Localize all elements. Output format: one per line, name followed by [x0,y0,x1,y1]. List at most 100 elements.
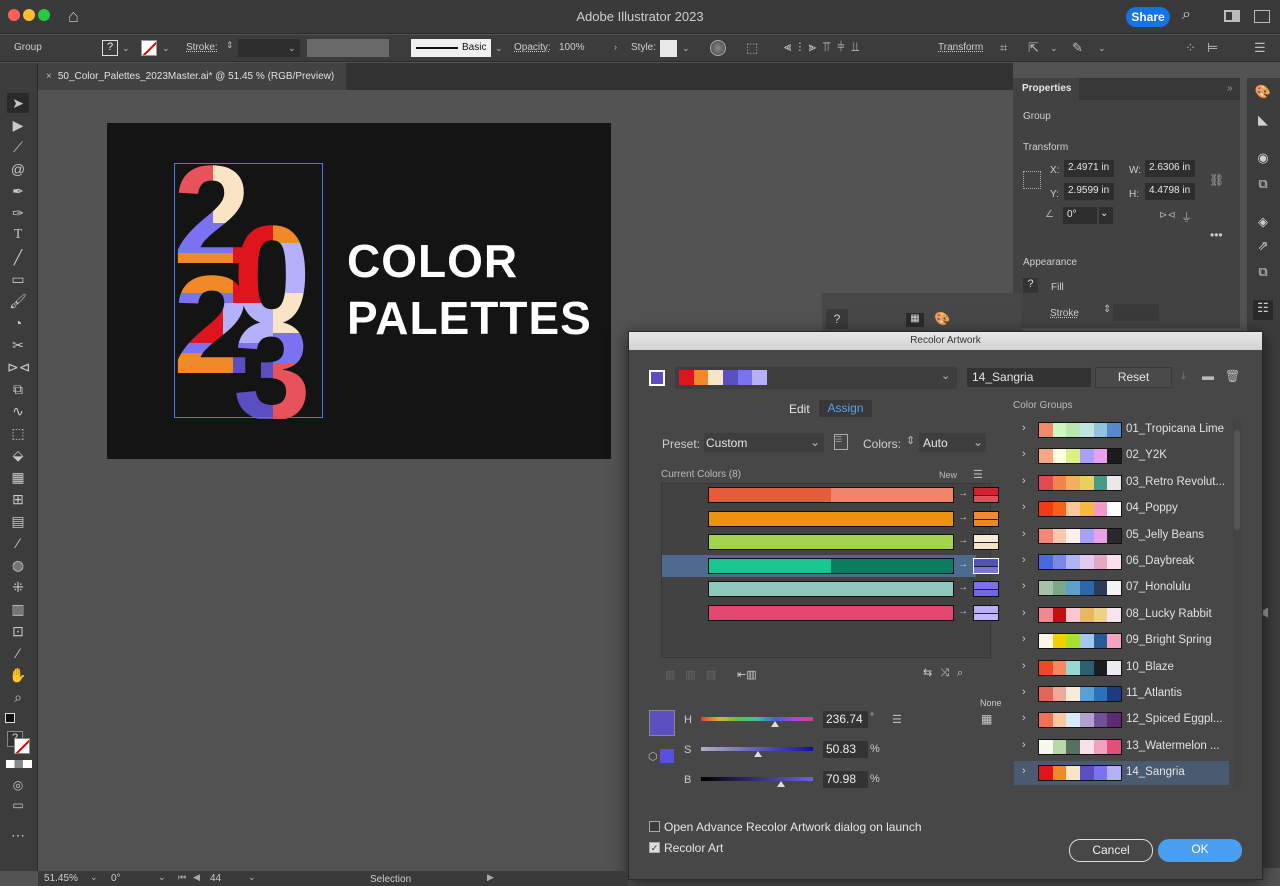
color-group-strip[interactable] [1038,712,1122,729]
x-field[interactable]: 2.4971 in [1064,160,1114,177]
y-field[interactable]: 2.9599 in [1064,183,1114,200]
select-similar-icon[interactable]: ⇱ [1028,40,1039,56]
brightness-slider-thumb[interactable] [776,781,785,787]
group-color-swatch[interactable] [693,370,709,385]
prev-artboard-icon[interactable]: ◀ [193,872,200,883]
artboard-tool-icon[interactable]: ⊡ [7,621,29,641]
color-group-row[interactable]: › 10_Blaze [1014,656,1229,680]
new-color-swatch[interactable] [973,604,999,621]
color-group-row[interactable]: › 06_Daybreak [1014,550,1229,574]
selection-bounding-box[interactable] [174,163,323,418]
color-group-row[interactable]: › 11_Atlantis [1014,682,1229,706]
randomize-buttons[interactable]: ⇆⤨⌕ [923,666,971,680]
recolor-artwork-icon[interactable] [710,40,726,56]
current-color-row[interactable] [708,510,954,527]
constrain-proportions-icon[interactable]: ⛓ [1209,173,1224,187]
grid-icon[interactable]: ⁘ [1185,40,1196,56]
rotation-field[interactable]: 0° [111,873,121,884]
share-button[interactable]: Share [1126,7,1170,27]
export-icon[interactable]: ⇗ [1253,238,1273,258]
more-tools-icon[interactable]: ⋯ [7,825,29,845]
flip-horizontal-icon[interactable]: ⊳⊲ [1159,210,1176,221]
fill-swatch[interactable]: ? [102,40,118,56]
expand-group-icon[interactable]: › [1022,448,1026,460]
tab-assign[interactable]: Assign [819,400,872,417]
expand-group-icon[interactable]: › [1022,554,1026,566]
height-field[interactable]: 4.4798 in [1145,183,1195,200]
mesh-tool-icon[interactable]: ⊞ [7,489,29,509]
stroke-none-swatch[interactable] [141,40,157,56]
color-group-row[interactable]: › 13_Watermelon ... [1014,735,1229,759]
align-buttons[interactable]: ⫷⫶⫸⫪⫩⫫ [784,39,866,55]
rotate-dropdown-icon[interactable]: ⌄ [1099,207,1113,224]
magic-wand-tool-icon[interactable]: ⟋ [7,137,29,157]
color-group-strip[interactable] [1038,527,1122,544]
color-group-strip[interactable] [1038,580,1122,597]
group-color-swatch[interactable] [723,370,738,385]
gradient-tool-icon[interactable]: ▤ [7,511,29,531]
color-groups-scrollbar[interactable] [1233,418,1241,790]
warp-tool-icon[interactable]: ∿ [7,401,29,421]
pathfinder-icon[interactable]: ⧉ [1253,176,1273,196]
layers-icon[interactable]: ◈ [1253,214,1273,234]
stroke-label[interactable]: Stroke: [186,42,218,53]
saturation-field[interactable]: 50.83 [823,741,868,758]
expand-group-icon[interactable]: › [1022,765,1026,777]
lasso-tool-icon[interactable]: @ [7,159,29,179]
harmony-dropdown-icon[interactable]: ⌄ [941,369,950,382]
gamut-swatch[interactable] [660,749,674,763]
more-options-icon[interactable]: ••• [1210,228,1223,242]
expand-group-icon[interactable]: › [1022,686,1026,698]
expand-group-icon[interactable]: › [1022,422,1026,434]
transform-link[interactable]: Transform [938,42,983,53]
collapse-panel-icon[interactable]: » [1227,83,1233,94]
slice-tool-icon[interactable]: ⁄ [7,643,29,663]
mapping-arrow-icon[interactable]: → [958,535,968,546]
color-group-row[interactable]: › 05_Jelly Beans [1014,524,1229,548]
stroke-weight-field[interactable] [1113,304,1159,321]
color-group-strip[interactable] [1038,633,1122,650]
color-group-row[interactable]: › 12_Spiced Eggpl... [1014,708,1229,732]
style-dropdown-icon[interactable]: ⌄ [682,43,690,54]
mapping-arrow-icon[interactable]: → [958,559,968,570]
control-bar-menu-icon[interactable]: ☰ [1254,40,1266,56]
saturation-slider-thumb[interactable] [754,751,763,757]
artboard-dropdown-icon[interactable]: ⌄ [248,872,256,883]
stroke-indicator[interactable] [14,738,30,754]
blend-tool-icon[interactable]: ◍ [7,555,29,575]
new-row-icon[interactable]: ⇤▥ [737,668,757,681]
saturation-slider[interactable] [701,747,813,757]
expand-group-icon[interactable]: › [1022,501,1026,513]
expand-group-icon[interactable]: › [1022,712,1026,724]
fill-dropdown-icon[interactable]: ⌄ [122,43,130,54]
artboard-alignment-icon[interactable]: ⬚ [746,40,758,56]
colors-stepper[interactable]: ⇕ [906,434,915,447]
current-color-row[interactable] [708,581,954,597]
floating-fill-swatch[interactable]: ? [826,309,848,329]
group-color-swatch[interactable] [752,370,768,385]
variable-width-profile[interactable] [307,39,389,57]
color-group-strip[interactable] [1038,474,1122,491]
graphic-style-swatch[interactable] [660,40,677,57]
gradient-panel-icon[interactable]: ◣ [1253,112,1273,132]
new-color-swatch[interactable] [973,581,999,597]
stroke-weight-stepper[interactable]: ⇕ [226,40,234,51]
color-palette-icon[interactable]: 🎨 [934,311,950,327]
expand-group-icon[interactable]: › [1022,580,1026,592]
color-group-strip[interactable] [1038,765,1122,782]
stroke-weight-dropdown-icon[interactable]: ⌄ [288,43,296,54]
curvature-tool-icon[interactable]: ✑ [7,203,29,223]
zoom-dropdown-icon[interactable]: ⌄ [90,872,98,883]
current-color-row[interactable] [708,557,954,574]
expand-group-icon[interactable]: › [1022,739,1026,751]
opacity-expand-icon[interactable]: › [614,42,617,52]
edit-toolbar-dropdown-icon[interactable]: ⌄ [1098,43,1106,54]
scale-tool-icon[interactable]: ⧉ [7,379,29,399]
color-group-strip[interactable] [1038,448,1122,465]
panel-toggle-icon[interactable] [1254,10,1270,23]
zoom-tool-icon[interactable]: ⌕ [7,687,29,707]
artboard-number-field[interactable]: 44 [210,873,221,884]
new-color-swatch[interactable] [973,534,999,550]
color-group-row[interactable]: › 09_Bright Spring [1014,629,1229,653]
active-color-swatch[interactable] [649,370,665,386]
